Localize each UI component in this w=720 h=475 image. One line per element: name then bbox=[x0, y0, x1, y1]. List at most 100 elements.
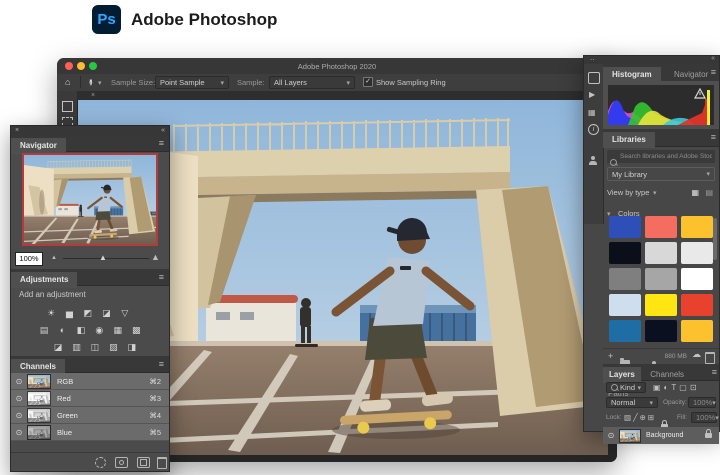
tab-adjustments[interactable]: Adjustments bbox=[11, 272, 77, 288]
visibility-eye-icon[interactable]: ⊙ bbox=[11, 394, 27, 403]
vibrance-icon[interactable]: ▽ bbox=[118, 308, 132, 319]
tab-channels-right[interactable]: Channels bbox=[645, 367, 689, 383]
channel-row-red[interactable]: ⊙ Red ⌘3 bbox=[11, 390, 169, 407]
library-search-field[interactable]: Search libraries and Adobe Stock bbox=[607, 150, 715, 163]
color-swatch[interactable] bbox=[681, 294, 713, 316]
gradient-map-icon[interactable]: ▨ bbox=[106, 342, 120, 353]
channel-row-green[interactable]: ⊙ Green ⌘4 bbox=[11, 407, 169, 424]
color-swatch[interactable] bbox=[609, 320, 641, 342]
close-panel-icon[interactable]: × bbox=[15, 126, 19, 135]
add-library-item-icon[interactable]: + bbox=[608, 351, 613, 361]
layer-filter-dropdown[interactable]: Kind ▾ bbox=[606, 382, 646, 393]
tab-layers[interactable]: Layers bbox=[603, 367, 641, 383]
crop-tool-icon[interactable] bbox=[62, 101, 73, 112]
fill-dropdown[interactable]: 100% ▾ bbox=[691, 412, 717, 423]
panel-menu-icon[interactable]: ≡ bbox=[711, 68, 716, 77]
panel-menu-icon[interactable]: ≡ bbox=[712, 368, 717, 377]
hue-saturation-icon[interactable]: ▤ bbox=[37, 325, 51, 336]
tab-libraries[interactable]: Libraries bbox=[603, 132, 655, 148]
cloud-sync-icon[interactable]: ☁ bbox=[692, 349, 701, 360]
brush-settings-icon[interactable] bbox=[588, 72, 600, 84]
blend-mode-dropdown[interactable]: Normal ▾ bbox=[606, 397, 658, 408]
color-balance-icon[interactable]: ◐ bbox=[55, 325, 69, 336]
posterize-icon[interactable]: ▥ bbox=[69, 342, 83, 353]
levels-icon[interactable]: ▅ bbox=[62, 308, 76, 319]
collapse-panel-icon[interactable]: « bbox=[161, 126, 165, 135]
load-selection-icon[interactable] bbox=[95, 457, 106, 468]
sampling-ring-checkbox[interactable]: ✓ bbox=[363, 77, 373, 87]
color-swatch[interactable] bbox=[609, 216, 641, 238]
document-tab-close-icon[interactable]: × bbox=[91, 91, 95, 100]
color-swatch[interactable] bbox=[681, 320, 713, 342]
layer-row-background[interactable]: ⊙ Background bbox=[603, 427, 719, 444]
color-swatch[interactable] bbox=[609, 242, 641, 264]
list-view-icon[interactable]: ▤ bbox=[705, 188, 713, 197]
color-lookup-icon[interactable]: ▩ bbox=[129, 325, 143, 336]
channel-row-rgb[interactable]: ⊙ RGB ⌘2 bbox=[11, 373, 169, 390]
color-swatch[interactable] bbox=[609, 294, 641, 316]
panel-menu-icon[interactable]: ≡ bbox=[159, 360, 164, 369]
selective-color-icon[interactable]: ◨ bbox=[125, 342, 139, 353]
color-swatch[interactable] bbox=[645, 242, 677, 264]
library-select[interactable]: My Library ▾ bbox=[607, 167, 715, 181]
drag-handle-icon[interactable]: ‥ bbox=[590, 54, 595, 62]
color-swatch[interactable] bbox=[645, 320, 677, 342]
sample-label: Sample: bbox=[237, 78, 265, 87]
visibility-eye-icon[interactable]: ⊙ bbox=[11, 411, 27, 420]
info-icon[interactable]: i bbox=[588, 124, 599, 135]
threshold-icon[interactable]: ◫ bbox=[88, 342, 102, 353]
navigator-zoom-field[interactable]: 100% bbox=[15, 252, 43, 266]
visibility-eye-icon[interactable]: ⊙ bbox=[11, 428, 27, 437]
channel-mixer-icon[interactable]: ▦ bbox=[111, 325, 125, 336]
lock-option-icons[interactable]: ▨╱⊕⊞ bbox=[624, 413, 656, 422]
color-swatch[interactable] bbox=[645, 216, 677, 238]
opacity-dropdown[interactable]: 100% ▾ bbox=[688, 397, 716, 408]
scrollbar[interactable] bbox=[713, 218, 717, 260]
color-swatch[interactable] bbox=[645, 294, 677, 316]
panel-menu-icon[interactable]: ≡ bbox=[711, 133, 716, 142]
panel-menu-icon[interactable]: ≡ bbox=[159, 139, 164, 148]
save-selection-icon[interactable] bbox=[115, 457, 128, 468]
color-swatch[interactable] bbox=[681, 216, 713, 238]
view-by-label[interactable]: View by type bbox=[607, 188, 649, 197]
eyedropper-tool-icon[interactable]: ✒ bbox=[84, 79, 95, 87]
black-white-icon[interactable]: ◧ bbox=[74, 325, 88, 336]
brightness-contrast-icon[interactable]: ☀ bbox=[44, 308, 58, 319]
channel-row-blue[interactable]: ⊙ Blue ⌘5 bbox=[11, 424, 169, 441]
curves-icon[interactable]: ◩ bbox=[81, 308, 95, 319]
collapse-panel-icon[interactable]: « bbox=[711, 55, 715, 62]
zoom-slider-thumb[interactable]: ▲ bbox=[99, 253, 107, 262]
tab-navigator[interactable]: Navigator bbox=[11, 138, 66, 154]
home-icon[interactable]: ⌂ bbox=[65, 77, 70, 87]
sample-layers-dropdown[interactable]: All Layers ▾ bbox=[269, 76, 355, 89]
sample-size-dropdown[interactable]: Point Sample ▾ bbox=[155, 76, 229, 89]
adjustments-tabbar: Adjustments ≡ bbox=[11, 269, 169, 286]
visibility-eye-icon[interactable]: ⊙ bbox=[603, 431, 619, 440]
eyedropper-preset-chevron-icon[interactable]: ▾ bbox=[98, 79, 102, 87]
zoom-out-mountain-icon[interactable]: ▲ bbox=[51, 255, 57, 261]
clone-source-icon[interactable]: ▦ bbox=[588, 108, 596, 117]
color-swatch[interactable] bbox=[681, 268, 713, 290]
navigator-proxy-view[interactable] bbox=[22, 153, 158, 246]
chevron-down-icon: ▾ bbox=[220, 79, 224, 87]
exposure-icon[interactable]: ◪ bbox=[99, 308, 113, 319]
grid-view-icon[interactable]: ▦ bbox=[691, 188, 699, 197]
layer-filter-type-icons[interactable]: ▣◐T▢⊡ bbox=[653, 383, 700, 392]
chevron-down-icon: ▾ bbox=[653, 189, 657, 197]
actions-play-icon[interactable]: ▶ bbox=[589, 90, 595, 99]
account-icon[interactable] bbox=[589, 161, 597, 165]
delete-library-item-icon[interactable] bbox=[705, 352, 715, 364]
color-swatch[interactable] bbox=[645, 268, 677, 290]
filter-search-icon bbox=[611, 384, 618, 391]
channel-shortcut: ⌘5 bbox=[149, 428, 161, 437]
visibility-eye-icon[interactable]: ⊙ bbox=[11, 377, 27, 386]
new-channel-icon[interactable] bbox=[137, 457, 150, 468]
color-swatch[interactable] bbox=[609, 268, 641, 290]
library-select-value: My Library bbox=[612, 170, 647, 179]
invert-icon[interactable]: ◪ bbox=[51, 342, 65, 353]
delete-channel-icon[interactable] bbox=[157, 457, 167, 469]
photo-filter-icon[interactable]: ◉ bbox=[92, 325, 106, 336]
zoom-in-mountain-icon[interactable]: ▲ bbox=[151, 252, 160, 262]
color-swatch[interactable] bbox=[681, 242, 713, 264]
panel-menu-icon[interactable]: ≡ bbox=[159, 273, 164, 282]
